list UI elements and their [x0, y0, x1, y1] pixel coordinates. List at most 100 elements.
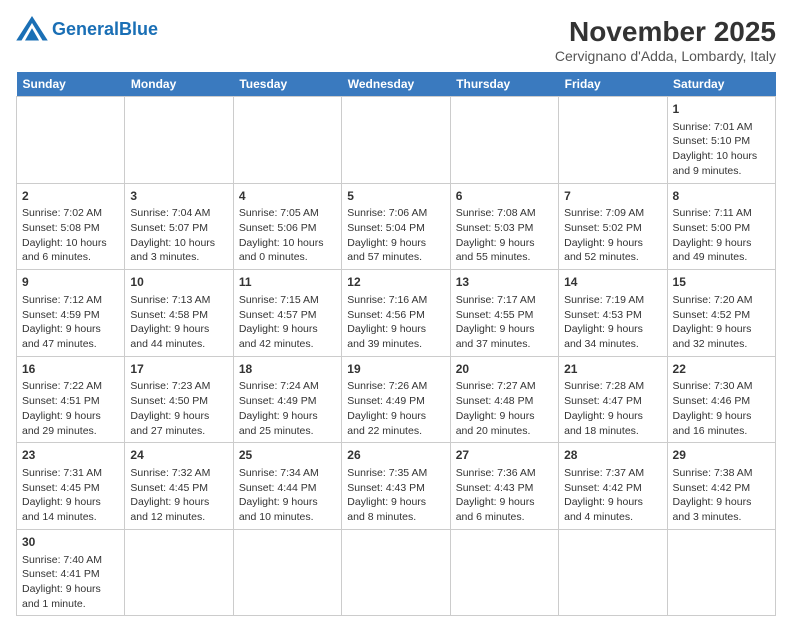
day-number: 17 — [130, 361, 227, 378]
day-info: Sunrise: 7:35 AM Sunset: 4:43 PM Dayligh… — [347, 466, 444, 525]
week-row-3: 9 Sunrise: 7:12 AM Sunset: 4:59 PM Daylig… — [17, 270, 776, 357]
logo: GeneralBlue — [16, 16, 158, 44]
day-number: 9 — [22, 274, 119, 291]
day-cell: 1Sunrise: 7:01 AM Sunset: 5:10 PM Daylig… — [667, 97, 775, 184]
day-info: Sunrise: 7:24 AM Sunset: 4:49 PM Dayligh… — [239, 379, 336, 438]
day-number: 8 — [673, 188, 770, 205]
day-cell: 19Sunrise: 7:26 AM Sunset: 4:49 PM Dayli… — [342, 356, 450, 443]
day-cell: 14 Sunrise: 7:19 AM Sunset: 4:53 PM Dayli… — [559, 270, 667, 357]
day-number: 13 — [456, 274, 553, 291]
day-cell: 7Sunrise: 7:09 AM Sunset: 5:02 PM Daylig… — [559, 183, 667, 270]
week-row-2: 2Sunrise: 7:02 AM Sunset: 5:08 PM Daylig… — [17, 183, 776, 270]
day-number: 24 — [130, 447, 227, 464]
day-cell: 24Sunrise: 7:32 AM Sunset: 4:45 PM Dayli… — [125, 443, 233, 530]
day-header-saturday: Saturday — [667, 72, 775, 97]
day-cell: 16Sunrise: 7:22 AM Sunset: 4:51 PM Dayli… — [17, 356, 125, 443]
day-number: 23 — [22, 447, 119, 464]
day-info: Sunrise: 7:04 AM Sunset: 5:07 PM Dayligh… — [130, 206, 227, 265]
day-info: Sunrise: 7:40 AM Sunset: 4:41 PM Dayligh… — [22, 553, 119, 612]
day-info: Sunrise: 7:30 AM Sunset: 4:46 PM Dayligh… — [673, 379, 770, 438]
day-number: 27 — [456, 447, 553, 464]
day-cell: 8Sunrise: 7:11 AM Sunset: 5:00 PM Daylig… — [667, 183, 775, 270]
day-cell: 20Sunrise: 7:27 AM Sunset: 4:48 PM Dayli… — [450, 356, 558, 443]
day-cell: 29Sunrise: 7:38 AM Sunset: 4:42 PM Dayli… — [667, 443, 775, 530]
day-cell: 6Sunrise: 7:08 AM Sunset: 5:03 PM Daylig… — [450, 183, 558, 270]
day-cell: 10 Sunrise: 7:13 AM Sunset: 4:58 PM Dayli… — [125, 270, 233, 357]
day-cell: 28 Sunrise: 7:37 AM Sunset: 4:42 PM Dayli… — [559, 443, 667, 530]
day-info: Sunrise: 7:19 AM Sunset: 4:53 PM Dayligh… — [564, 293, 661, 352]
day-cell: 13 Sunrise: 7:17 AM Sunset: 4:55 PM Dayli… — [450, 270, 558, 357]
day-number: 14 — [564, 274, 661, 291]
day-header-wednesday: Wednesday — [342, 72, 450, 97]
day-header-sunday: Sunday — [17, 72, 125, 97]
day-number: 2 — [22, 188, 119, 205]
day-cell — [559, 97, 667, 184]
day-info: Sunrise: 7:28 AM Sunset: 4:47 PM Dayligh… — [564, 379, 661, 438]
day-number: 25 — [239, 447, 336, 464]
day-info: Sunrise: 7:17 AM Sunset: 4:55 PM Dayligh… — [456, 293, 553, 352]
day-info: Sunrise: 7:12 AM Sunset: 4:59 PM Dayligh… — [22, 293, 119, 352]
title-block: November 2025 Cervignano d'Adda, Lombard… — [555, 16, 776, 64]
day-info: Sunrise: 7:23 AM Sunset: 4:50 PM Dayligh… — [130, 379, 227, 438]
day-info: Sunrise: 7:38 AM Sunset: 4:42 PM Dayligh… — [673, 466, 770, 525]
day-cell: 23Sunrise: 7:31 AM Sunset: 4:45 PM Dayli… — [17, 443, 125, 530]
day-cell: 5Sunrise: 7:06 AM Sunset: 5:04 PM Daylig… — [342, 183, 450, 270]
day-number: 12 — [347, 274, 444, 291]
day-cell: 2Sunrise: 7:02 AM Sunset: 5:08 PM Daylig… — [17, 183, 125, 270]
day-info: Sunrise: 7:26 AM Sunset: 4:49 PM Dayligh… — [347, 379, 444, 438]
day-cell — [342, 529, 450, 616]
day-header-friday: Friday — [559, 72, 667, 97]
day-number: 19 — [347, 361, 444, 378]
page-header: GeneralBlue November 2025 Cervignano d'A… — [16, 16, 776, 64]
day-cell — [450, 97, 558, 184]
day-number: 15 — [673, 274, 770, 291]
day-info: Sunrise: 7:09 AM Sunset: 5:02 PM Dayligh… — [564, 206, 661, 265]
header-row: SundayMondayTuesdayWednesdayThursdayFrid… — [17, 72, 776, 97]
day-cell — [342, 97, 450, 184]
day-number: 4 — [239, 188, 336, 205]
day-number: 10 — [130, 274, 227, 291]
day-info: Sunrise: 7:22 AM Sunset: 4:51 PM Dayligh… — [22, 379, 119, 438]
day-info: Sunrise: 7:11 AM Sunset: 5:00 PM Dayligh… — [673, 206, 770, 265]
day-cell: 18Sunrise: 7:24 AM Sunset: 4:49 PM Dayli… — [233, 356, 341, 443]
day-header-thursday: Thursday — [450, 72, 558, 97]
week-row-4: 16Sunrise: 7:22 AM Sunset: 4:51 PM Dayli… — [17, 356, 776, 443]
day-cell: 21Sunrise: 7:28 AM Sunset: 4:47 PM Dayli… — [559, 356, 667, 443]
day-number: 7 — [564, 188, 661, 205]
day-number: 1 — [673, 101, 770, 118]
day-cell — [233, 97, 341, 184]
day-info: Sunrise: 7:05 AM Sunset: 5:06 PM Dayligh… — [239, 206, 336, 265]
day-cell: 30Sunrise: 7:40 AM Sunset: 4:41 PM Dayli… — [17, 529, 125, 616]
day-cell: 4Sunrise: 7:05 AM Sunset: 5:06 PM Daylig… — [233, 183, 341, 270]
week-row-5: 23Sunrise: 7:31 AM Sunset: 4:45 PM Dayli… — [17, 443, 776, 530]
day-number: 20 — [456, 361, 553, 378]
day-info: Sunrise: 7:34 AM Sunset: 4:44 PM Dayligh… — [239, 466, 336, 525]
day-cell: 27 Sunrise: 7:36 AM Sunset: 4:43 PM Dayli… — [450, 443, 558, 530]
day-header-tuesday: Tuesday — [233, 72, 341, 97]
day-cell: 15 Sunrise: 7:20 AM Sunset: 4:52 PM Dayli… — [667, 270, 775, 357]
day-info: Sunrise: 7:37 AM Sunset: 4:42 PM Dayligh… — [564, 466, 661, 525]
day-info: Sunrise: 7:08 AM Sunset: 5:03 PM Dayligh… — [456, 206, 553, 265]
day-cell — [17, 97, 125, 184]
day-cell — [450, 529, 558, 616]
day-info: Sunrise: 7:36 AM Sunset: 4:43 PM Dayligh… — [456, 466, 553, 525]
day-number: 26 — [347, 447, 444, 464]
day-cell — [125, 97, 233, 184]
day-cell: 26 Sunrise: 7:35 AM Sunset: 4:43 PM Dayli… — [342, 443, 450, 530]
day-cell: 22Sunrise: 7:30 AM Sunset: 4:46 PM Dayli… — [667, 356, 775, 443]
day-number: 16 — [22, 361, 119, 378]
day-info: Sunrise: 7:06 AM Sunset: 5:04 PM Dayligh… — [347, 206, 444, 265]
month-title: November 2025 — [555, 16, 776, 48]
week-row-1: 1Sunrise: 7:01 AM Sunset: 5:10 PM Daylig… — [17, 97, 776, 184]
day-cell — [125, 529, 233, 616]
day-number: 18 — [239, 361, 336, 378]
day-cell: 11Sunrise: 7:15 AM Sunset: 4:57 PM Dayli… — [233, 270, 341, 357]
day-cell: 17Sunrise: 7:23 AM Sunset: 4:50 PM Dayli… — [125, 356, 233, 443]
day-number: 28 — [564, 447, 661, 464]
day-info: Sunrise: 7:13 AM Sunset: 4:58 PM Dayligh… — [130, 293, 227, 352]
week-row-6: 30Sunrise: 7:40 AM Sunset: 4:41 PM Dayli… — [17, 529, 776, 616]
day-cell: 3Sunrise: 7:04 AM Sunset: 5:07 PM Daylig… — [125, 183, 233, 270]
day-info: Sunrise: 7:20 AM Sunset: 4:52 PM Dayligh… — [673, 293, 770, 352]
day-number: 6 — [456, 188, 553, 205]
day-number: 5 — [347, 188, 444, 205]
